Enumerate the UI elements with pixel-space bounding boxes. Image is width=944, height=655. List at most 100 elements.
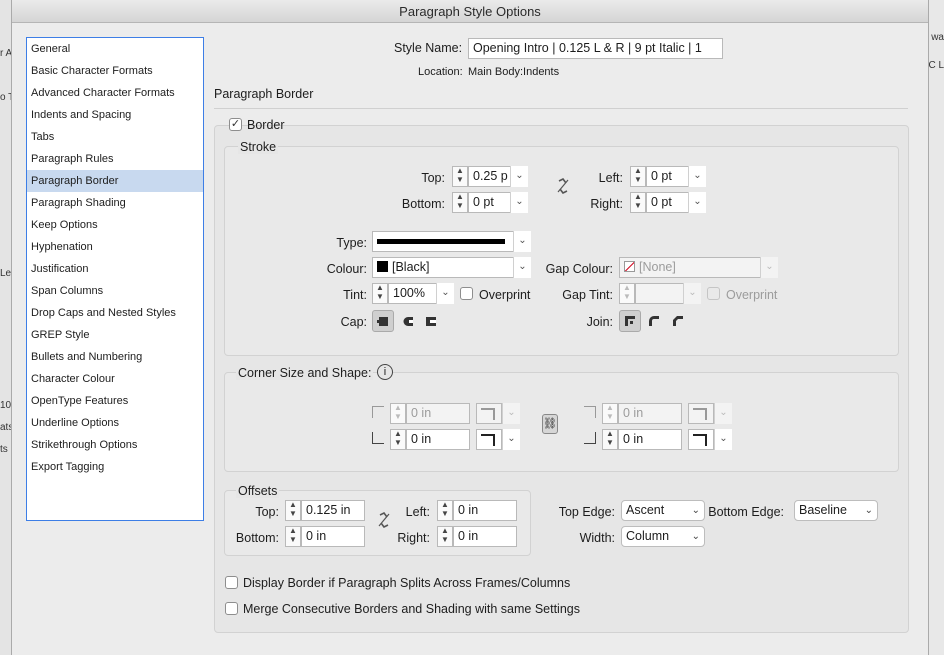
offset-right-stepper[interactable]: ▲ ▼ (437, 526, 453, 547)
corner-top-right-input[interactable]: 0 in (618, 403, 682, 424)
offset-top-label: Top: (255, 505, 279, 519)
corner-bottom-left-shape-dropdown[interactable] (476, 429, 502, 450)
bevel-join-icon[interactable] (667, 310, 689, 332)
round-cap-icon[interactable] (397, 310, 419, 332)
offset-left-input[interactable]: 0 in (453, 500, 517, 521)
offset-right-input[interactable]: 0 in (453, 526, 517, 547)
sidebar-item-character-colour[interactable]: Character Colour (27, 368, 203, 390)
style-name-label: Style Name: (394, 41, 463, 55)
display-split-checkbox[interactable] (225, 576, 238, 589)
sidebar-item-drop-caps[interactable]: Drop Caps and Nested Styles (27, 302, 203, 324)
sidebar-item-indents-and-spacing[interactable]: Indents and Spacing (27, 104, 203, 126)
stroke-colour-label: Colour: (326, 262, 367, 276)
top-edge-label: Top Edge: (558, 505, 615, 519)
stroke-left-stepper[interactable]: ▲ ▼ (630, 166, 646, 187)
top-edge-select[interactable]: Ascent ⌄ (621, 500, 705, 521)
overprint-checkbox[interactable] (460, 287, 473, 300)
offset-right-label: Right: (397, 531, 430, 545)
sidebar-item-hyphenation[interactable]: Hyphenation (27, 236, 203, 258)
stroke-colour-dropdown[interactable]: [Black] (372, 257, 531, 278)
stroke-type-label: Type: (336, 236, 367, 250)
offset-left-stepper[interactable]: ▲ ▼ (437, 500, 453, 521)
stroke-top-dropdown-arrow[interactable]: ⌄ (510, 166, 528, 187)
corner-link-chain-icon[interactable]: ⛓ (542, 414, 558, 434)
butt-cap-icon[interactable] (372, 310, 394, 332)
corner-bottom-right-shape-dropdown[interactable] (688, 429, 714, 450)
sidebar-item-opentype-features[interactable]: OpenType Features (27, 390, 203, 412)
stroke-type-dropdown-arrow[interactable]: ⌄ (513, 231, 531, 252)
gap-colour-label: Gap Colour: (545, 262, 613, 276)
chevron-down-icon: ⌄ (864, 505, 873, 516)
merge-borders-checkbox[interactable] (225, 602, 238, 615)
offset-bottom-input[interactable]: 0 in (301, 526, 365, 547)
sidebar-item-general[interactable]: General (27, 38, 203, 60)
stroke-left-dropdown-arrow[interactable]: ⌄ (688, 166, 706, 187)
corner-group (224, 372, 899, 472)
merge-borders-label: Merge Consecutive Borders and Shading wi… (243, 602, 580, 616)
sidebar-item-advanced-character-formats[interactable]: Advanced Character Formats (27, 82, 203, 104)
projecting-cap-icon[interactable] (420, 310, 442, 332)
sidebar-item-paragraph-rules[interactable]: Paragraph Rules (27, 148, 203, 170)
sidebar-item-bullets-and-numbering[interactable]: Bullets and Numbering (27, 346, 203, 368)
corner-top-left-input[interactable]: 0 in (406, 403, 470, 424)
stroke-tint-dropdown-arrow[interactable]: ⌄ (436, 283, 454, 304)
gap-colour-dropdown-arrow[interactable]: ⌄ (760, 257, 778, 278)
sidebar-item-span-columns[interactable]: Span Columns (27, 280, 203, 302)
sidebar-item-paragraph-shading[interactable]: Paragraph Shading (27, 192, 203, 214)
offset-link-chain-icon[interactable] (377, 511, 391, 531)
background-fragment: C L (928, 60, 944, 71)
sidebar-item-basic-character-formats[interactable]: Basic Character Formats (27, 60, 203, 82)
gap-colour-dropdown[interactable]: [None] (619, 257, 778, 278)
corner-top-left-shape-arrow[interactable]: ⌄ (502, 403, 520, 424)
gap-tint-label: Gap Tint: (562, 288, 613, 302)
gap-tint-stepper[interactable]: ▲ ▼ (619, 283, 635, 304)
stroke-link-chain-icon[interactable] (556, 177, 570, 197)
corner-top-right-stepper[interactable]: ▲ ▼ (602, 403, 618, 424)
bottom-edge-select[interactable]: Baseline ⌄ (794, 500, 878, 521)
sidebar-item-underline-options[interactable]: Underline Options (27, 412, 203, 434)
info-icon[interactable]: i (377, 364, 393, 380)
stroke-bottom-dropdown-arrow[interactable]: ⌄ (510, 192, 528, 213)
corner-bottom-left-shape-arrow[interactable]: ⌄ (502, 429, 520, 450)
corner-bottom-right-shape-arrow[interactable]: ⌄ (714, 429, 732, 450)
stroke-top-label: Top: (421, 171, 445, 185)
corner-top-right-shape-dropdown[interactable] (688, 403, 714, 424)
corner-bottom-right-input[interactable]: 0 in (618, 429, 682, 450)
gap-overprint-checkbox[interactable] (707, 287, 720, 300)
sidebar-item-strikethrough-options[interactable]: Strikethrough Options (27, 434, 203, 456)
sidebar-item-export-tagging[interactable]: Export Tagging (27, 456, 203, 478)
stroke-right-dropdown-arrow[interactable]: ⌄ (688, 192, 706, 213)
width-select[interactable]: Column ⌄ (621, 526, 705, 547)
stroke-bottom-stepper[interactable]: ▲ ▼ (452, 192, 468, 213)
sidebar-item-justification[interactable]: Justification (27, 258, 203, 280)
border-checkbox[interactable]: ✓ (229, 118, 242, 131)
corner-bottom-left-input[interactable]: 0 in (406, 429, 470, 450)
black-swatch-icon (377, 261, 388, 272)
sidebar-item-paragraph-border[interactable]: Paragraph Border (27, 170, 203, 192)
cap-label: Cap: (340, 315, 367, 329)
corner-top-right-shape-arrow[interactable]: ⌄ (714, 403, 732, 424)
background-fragment: 10 (0, 400, 12, 411)
stroke-tint-stepper[interactable]: ▲ ▼ (372, 283, 388, 304)
miter-join-icon[interactable] (619, 310, 641, 332)
stroke-type-dropdown[interactable] (372, 231, 531, 252)
corner-top-left-shape-dropdown[interactable] (476, 403, 502, 424)
gap-tint-dropdown-arrow[interactable]: ⌄ (683, 283, 701, 304)
offset-bottom-stepper[interactable]: ▲ ▼ (285, 526, 301, 547)
offset-top-input[interactable]: 0.125 in (301, 500, 365, 521)
stroke-left-label: Left: (598, 171, 623, 185)
border-checkbox-label: Border (247, 118, 285, 132)
offset-top-stepper[interactable]: ▲ ▼ (285, 500, 301, 521)
gap-overprint-label: Overprint (726, 288, 778, 302)
sidebar-item-grep-style[interactable]: GREP Style (27, 324, 203, 346)
stroke-top-stepper[interactable]: ▲ ▼ (452, 166, 468, 187)
stroke-colour-dropdown-arrow[interactable]: ⌄ (513, 257, 531, 278)
corner-bottom-right-stepper[interactable]: ▲ ▼ (602, 429, 618, 450)
corner-bottom-left-stepper[interactable]: ▲ ▼ (390, 429, 406, 450)
round-join-icon[interactable] (643, 310, 665, 332)
stroke-right-stepper[interactable]: ▲ ▼ (630, 192, 646, 213)
corner-top-left-stepper[interactable]: ▲ ▼ (390, 403, 406, 424)
sidebar-item-tabs[interactable]: Tabs (27, 126, 203, 148)
style-name-input[interactable]: Opening Intro | 0.125 L & R | 9 pt Itali… (468, 38, 723, 59)
sidebar-item-keep-options[interactable]: Keep Options (27, 214, 203, 236)
